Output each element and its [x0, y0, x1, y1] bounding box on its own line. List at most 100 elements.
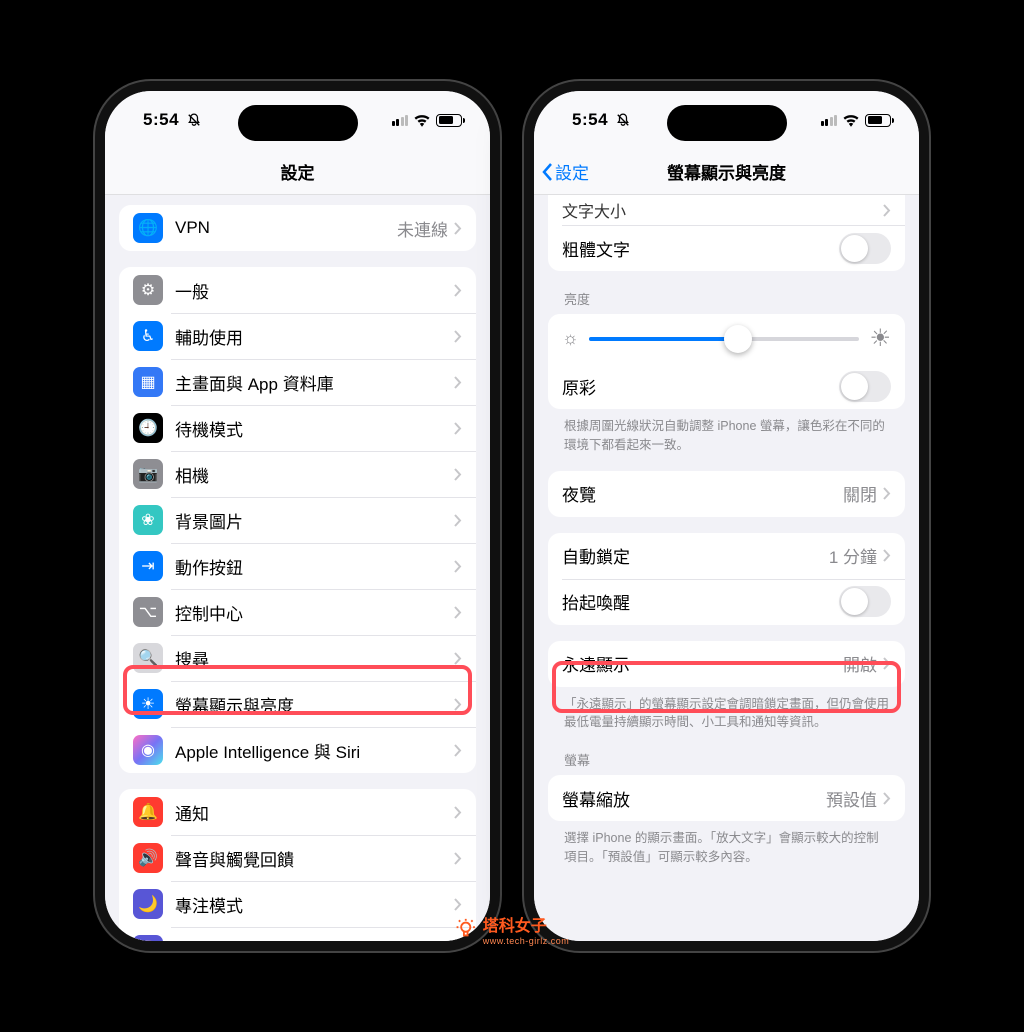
chevron-right-icon [454, 606, 462, 619]
row-action-button[interactable]: ⇥ 動作按鈕 [119, 543, 476, 589]
row-detail: 未連線 [397, 216, 448, 241]
dynamic-island [238, 105, 358, 141]
row-display-brightness[interactable]: ☀ 螢幕顯示與亮度 [119, 681, 476, 727]
watermark-name: 塔科女子 [483, 912, 570, 936]
row-screen-time[interactable]: ⏳ 螢幕使用時間 [119, 927, 476, 941]
row-sounds-haptics[interactable]: 🔊 聲音與觸覺回饋 [119, 835, 476, 881]
slider-thumb[interactable] [724, 325, 752, 353]
speaker-icon: 🔊 [133, 843, 163, 873]
footer-display-zoom: 選擇 iPhone 的顯示畫面。「放大文字」會顯示較大的控制項目。「預設值」可顯… [548, 821, 905, 867]
moon-icon: 🌙 [133, 889, 163, 919]
chevron-right-icon [454, 422, 462, 435]
page-title: 設定 [281, 159, 315, 184]
hourglass-icon: ⏳ [133, 935, 163, 941]
row-auto-lock[interactable]: 自動鎖定 1 分鐘 [548, 533, 905, 579]
status-time: 5:54 [572, 110, 608, 130]
cellular-signal-icon [821, 114, 838, 126]
silent-bell-icon [614, 113, 632, 127]
page-title: 螢幕顯示與亮度 [667, 159, 786, 184]
action-icon: ⇥ [133, 551, 163, 581]
chevron-left-icon [542, 163, 553, 181]
row-wallpaper[interactable]: ❀ 背景圖片 [119, 497, 476, 543]
accessibility-icon: ♿︎ [133, 321, 163, 351]
chevron-right-icon [883, 204, 891, 217]
row-focus[interactable]: 🌙 專注模式 [119, 881, 476, 927]
silent-bell-icon [185, 113, 203, 127]
toggle-raise-to-wake[interactable] [839, 586, 891, 617]
wifi-icon [842, 113, 860, 127]
bell-icon: 🔔 [133, 797, 163, 827]
chevron-right-icon [454, 852, 462, 865]
chevron-right-icon [883, 792, 891, 805]
watermark: 塔科女子 www.tech-girlz.com [455, 912, 570, 946]
clock-icon: 🕘 [133, 413, 163, 443]
battery-icon [865, 114, 891, 127]
section-header-brightness: 亮度 [548, 271, 905, 314]
row-camera[interactable]: 📷 相機 [119, 451, 476, 497]
nav-bar: 設定 [105, 149, 490, 195]
chevron-right-icon [883, 487, 891, 500]
chevron-right-icon [454, 376, 462, 389]
cellular-signal-icon [392, 114, 409, 126]
globe-icon: 🌐 [133, 213, 163, 243]
siri-icon: ◉ [133, 735, 163, 765]
display-settings-list[interactable]: 文字大小 粗體文字 亮度 ☼ ☀ 原彩 根據周圍光線狀況自動調整 iPhone [534, 195, 919, 941]
row-standby[interactable]: 🕘 待機模式 [119, 405, 476, 451]
row-night-shift[interactable]: 夜覽 關閉 [548, 471, 905, 517]
sun-min-icon: ☼ [562, 328, 579, 349]
row-control-center[interactable]: ⌥ 控制中心 [119, 589, 476, 635]
chevron-right-icon [454, 806, 462, 819]
footer-true-tone: 根據周圍光線狀況自動調整 iPhone 螢幕，讓色彩在不同的環境下都看起來一致。 [548, 409, 905, 455]
nav-bar: 設定 螢幕顯示與亮度 [534, 149, 919, 195]
row-notifications[interactable]: 🔔 通知 [119, 789, 476, 835]
gear-icon: ⚙ [133, 275, 163, 305]
chevron-right-icon [454, 514, 462, 527]
brightness-slider[interactable] [589, 337, 860, 341]
row-home-app-library[interactable]: ▦ 主畫面與 App 資料庫 [119, 359, 476, 405]
flower-icon: ❀ [133, 505, 163, 535]
battery-icon [436, 114, 462, 127]
row-text-size[interactable]: 文字大小 [548, 195, 905, 225]
row-always-on[interactable]: 永遠顯示 開啟 [548, 641, 905, 687]
row-accessibility[interactable]: ♿︎ 輔助使用 [119, 313, 476, 359]
chevron-right-icon [454, 330, 462, 343]
back-label: 設定 [555, 159, 589, 184]
sliders-icon: ⌥ [133, 597, 163, 627]
chevron-right-icon [454, 744, 462, 757]
chevron-right-icon [454, 560, 462, 573]
row-search[interactable]: 🔍 搜尋 [119, 635, 476, 681]
row-general[interactable]: ⚙ 一般 [119, 267, 476, 313]
back-button[interactable]: 設定 [542, 159, 589, 184]
lightbulb-icon [455, 918, 477, 940]
chevron-right-icon [454, 222, 462, 235]
row-vpn[interactable]: 🌐 VPN 未連線 [119, 205, 476, 251]
phone-left: 5:54 設定 🌐 VPN 未連線 ⚙ 一般 [95, 81, 500, 951]
sun-max-icon: ☀ [869, 324, 891, 353]
row-bold-text[interactable]: 粗體文字 [548, 225, 905, 271]
row-apple-intelligence-siri[interactable]: ◉ Apple Intelligence 與 Siri [119, 727, 476, 773]
toggle-true-tone[interactable] [839, 371, 891, 402]
dynamic-island [667, 105, 787, 141]
row-true-tone[interactable]: 原彩 [548, 363, 905, 409]
footer-always-on: 「永遠顯示」的螢幕顯示設定會調暗鎖定畫面，但仍會使用最低電量持續顯示時間、小工具… [548, 687, 905, 733]
chevron-right-icon [454, 284, 462, 297]
search-icon: 🔍 [133, 643, 163, 673]
row-raise-to-wake[interactable]: 抬起喚醒 [548, 579, 905, 625]
sun-icon: ☀ [133, 689, 163, 719]
camera-icon: 📷 [133, 459, 163, 489]
row-label: VPN [175, 218, 397, 238]
row-display-zoom[interactable]: 螢幕縮放 預設值 [548, 775, 905, 821]
phone-right: 5:54 設定 螢幕顯示與亮度 文字大小 粗體文字 亮度 [524, 81, 929, 951]
chevron-right-icon [454, 468, 462, 481]
grid-icon: ▦ [133, 367, 163, 397]
chevron-right-icon [454, 698, 462, 711]
settings-list[interactable]: 🌐 VPN 未連線 ⚙ 一般 ♿︎ 輔助使用 ▦ 主畫面與 App 資料庫 [105, 195, 490, 941]
chevron-right-icon [883, 657, 891, 670]
brightness-slider-row: ☼ ☀ [548, 314, 905, 363]
toggle-bold-text[interactable] [839, 233, 891, 264]
chevron-right-icon [454, 898, 462, 911]
status-time: 5:54 [143, 110, 179, 130]
chevron-right-icon [454, 652, 462, 665]
section-header-display: 螢幕 [548, 732, 905, 775]
chevron-right-icon [883, 549, 891, 562]
